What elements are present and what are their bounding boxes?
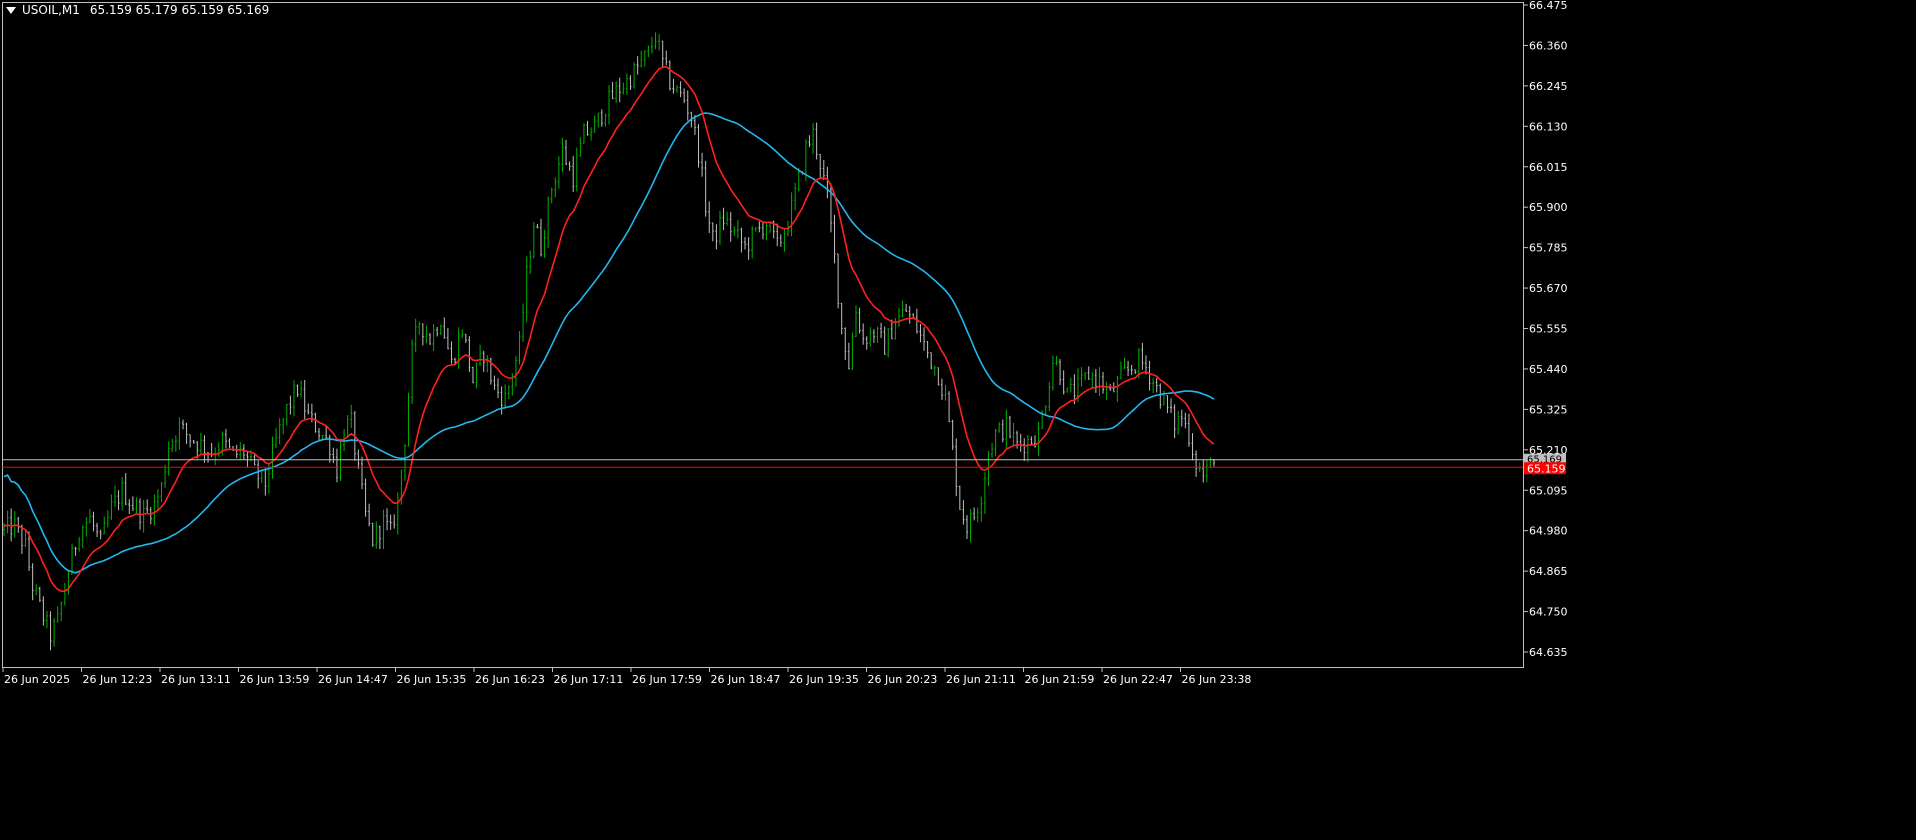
y-axis-tick-label: 64.635 bbox=[1529, 646, 1568, 659]
x-axis-tick-label: 26 Jun 22:47 bbox=[1103, 673, 1173, 686]
bid-price-tag-label: 65.159 bbox=[1527, 462, 1566, 475]
x-axis-tick-label: 26 Jun 21:59 bbox=[1025, 673, 1095, 686]
plot-frame bbox=[2, 2, 1524, 668]
x-axis-tick-label: 26 Jun 15:35 bbox=[397, 673, 467, 686]
y-axis-tick-label: 65.555 bbox=[1529, 323, 1568, 336]
x-axis-tick-label: 26 Jun 12:23 bbox=[83, 673, 153, 686]
x-axis-tick-label: 26 Jun 17:11 bbox=[554, 673, 624, 686]
y-axis-tick-label: 65.095 bbox=[1529, 484, 1568, 497]
x-axis-tick-label: 26 Jun 17:59 bbox=[632, 673, 702, 686]
price-chart[interactable]: 66.475 66.360 66.245 66.130 66.015 65.900 65.7… bbox=[0, 0, 1916, 840]
x-axis-tick-label: 26 Jun 23:38 bbox=[1182, 673, 1252, 686]
y-axis-tick-label: 64.865 bbox=[1529, 565, 1568, 578]
x-axis-tick-label: 26 Jun 19:35 bbox=[789, 673, 859, 686]
y-axis-tick-label: 66.360 bbox=[1529, 39, 1568, 52]
x-axis-tick-label: 26 Jun 2025 bbox=[4, 673, 70, 686]
y-axis-tick-label: 66.130 bbox=[1529, 120, 1568, 133]
x-axis-tick-label: 26 Jun 13:59 bbox=[240, 673, 310, 686]
ohlc-values: 65.159 65.179 65.159 65.169 bbox=[89, 3, 270, 17]
y-axis-tick-label: 66.475 bbox=[1529, 0, 1568, 12]
y-axis-tick-label: 65.900 bbox=[1529, 201, 1568, 214]
x-axis-tick-label: 26 Jun 16:23 bbox=[475, 673, 545, 686]
y-axis-tick-label: 65.325 bbox=[1529, 403, 1568, 416]
x-axis-tick-label: 26 Jun 21:11 bbox=[946, 673, 1016, 686]
dropdown-triangle-icon[interactable] bbox=[6, 6, 16, 14]
y-axis-tick-label: 66.245 bbox=[1529, 80, 1568, 93]
y-axis-tick-label: 64.980 bbox=[1529, 525, 1568, 538]
y-axis-tick-label: 65.440 bbox=[1529, 363, 1568, 376]
y-axis-tick-label: 64.750 bbox=[1529, 606, 1568, 619]
fast-moving-average-line bbox=[3, 65, 1215, 593]
y-axis-tick-label: 65.785 bbox=[1529, 242, 1568, 255]
y-axis-tick-label: 66.015 bbox=[1529, 161, 1568, 174]
x-axis-tick-label: 26 Jun 13:11 bbox=[161, 673, 231, 686]
x-axis-tick-label: 26 Jun 18:47 bbox=[711, 673, 781, 686]
slow-moving-average-line bbox=[3, 112, 1215, 574]
chart-header: USOIL,M1 65.159 65.179 65.159 65.169 bbox=[6, 3, 269, 17]
y-axis-tick-label: 65.670 bbox=[1529, 282, 1568, 295]
x-axis-tick-label: 26 Jun 20:23 bbox=[868, 673, 938, 686]
x-axis-tick-label: 26 Jun 14:47 bbox=[318, 673, 388, 686]
symbol-label: USOIL,M1 bbox=[22, 3, 80, 17]
chart-window[interactable]: 66.475 66.360 66.245 66.130 66.015 65.900 65.7… bbox=[0, 0, 1916, 840]
candles-group bbox=[3, 32, 1215, 651]
